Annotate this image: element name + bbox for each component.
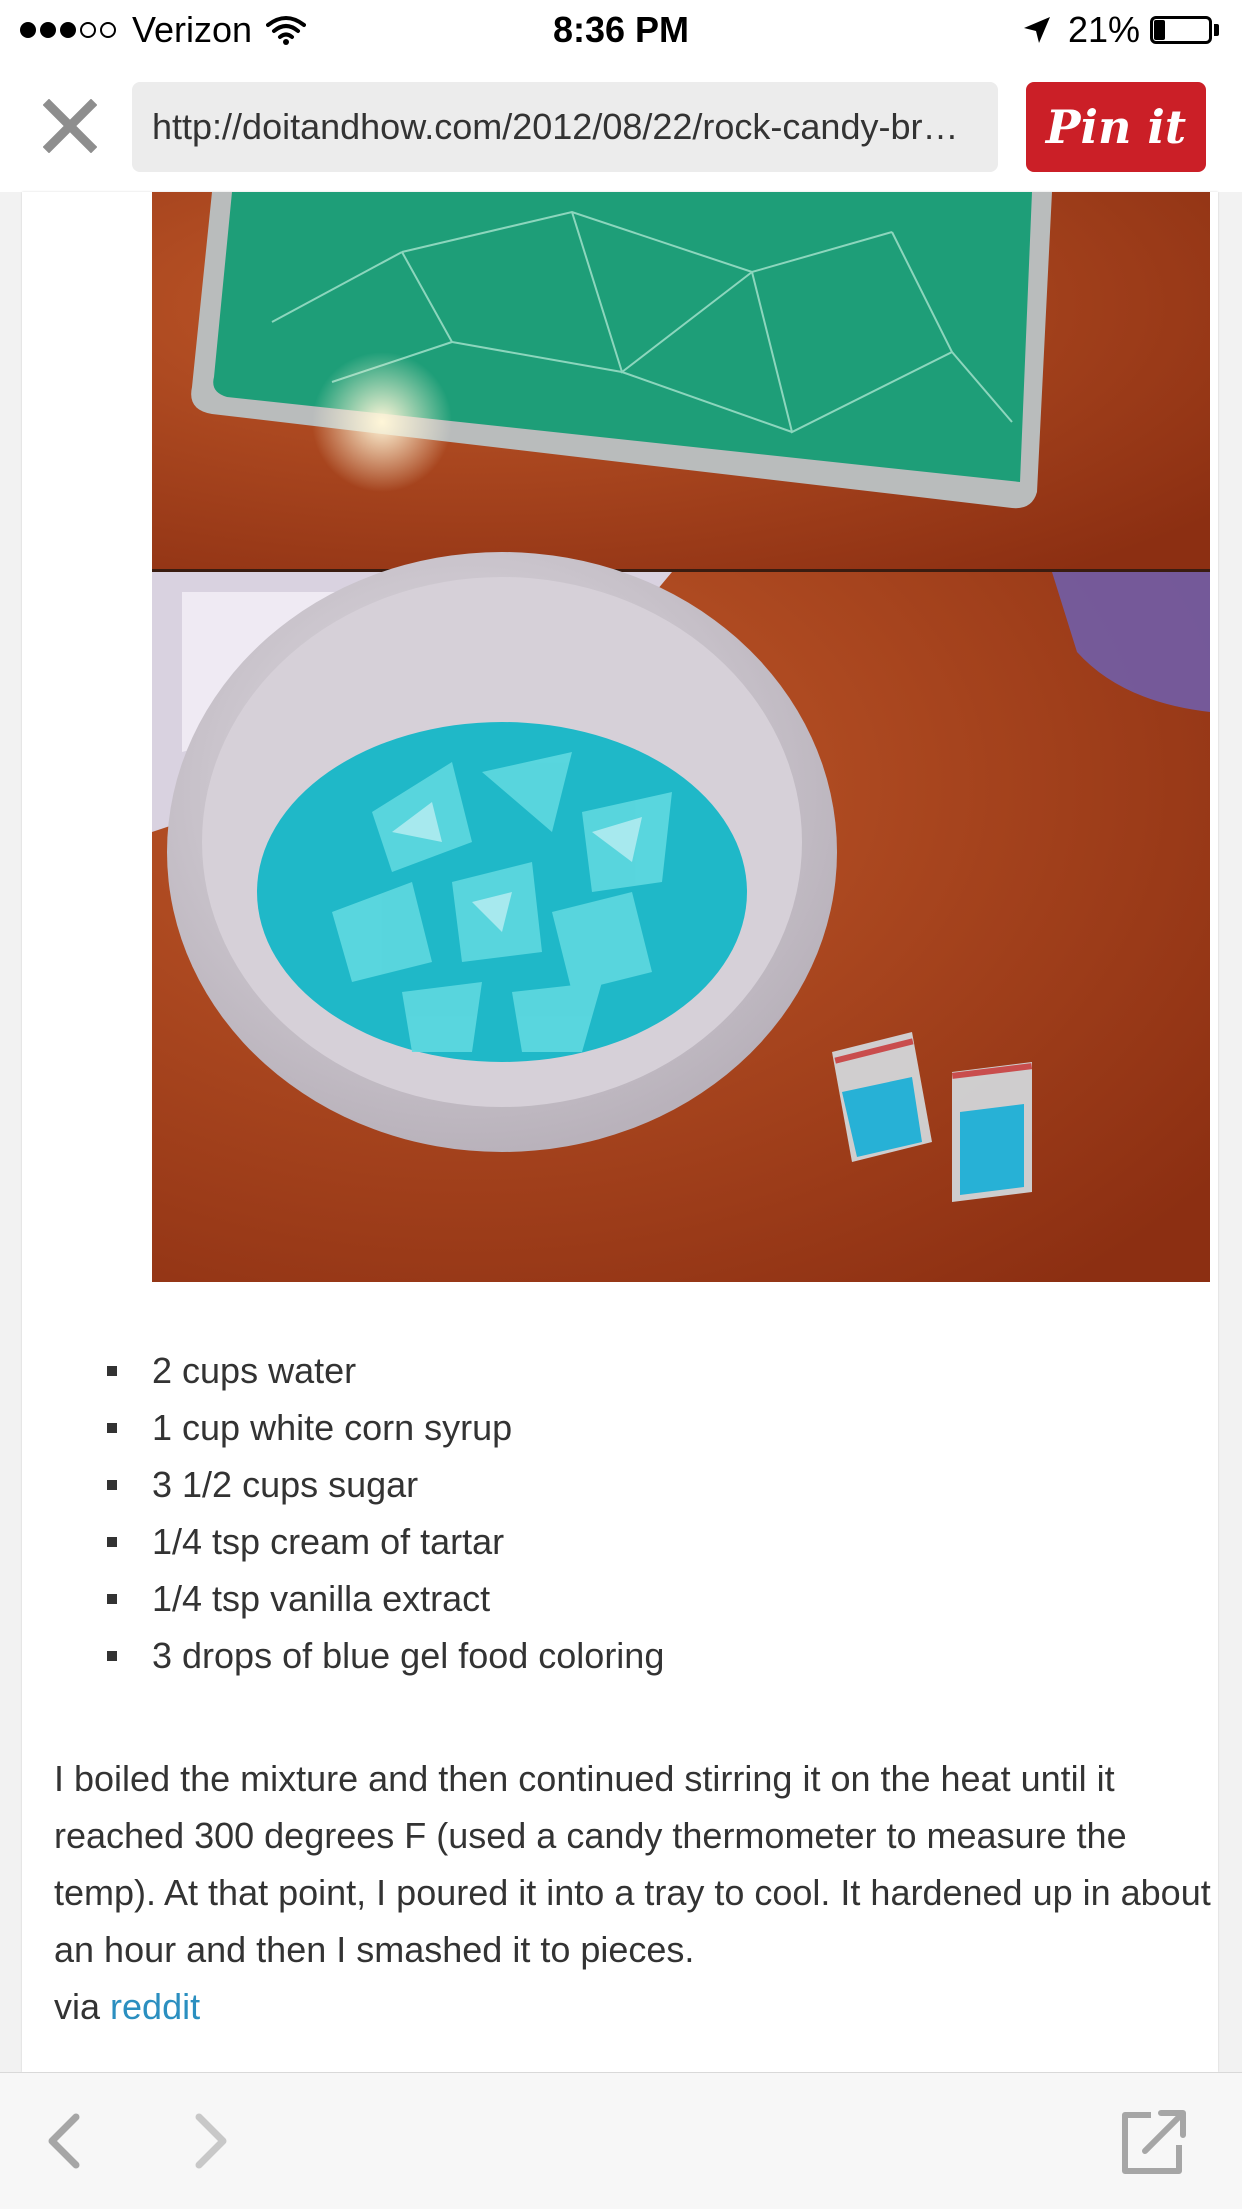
forward-arrow-icon [195,2113,227,2169]
back-button[interactable] [30,2103,100,2179]
via-label: via [54,1986,111,2027]
recipe-description: I boiled the mixture and then continued … [54,1750,1214,2035]
list-item: 3 drops of blue gel food coloring [107,1627,664,1684]
back-arrow-icon [48,2113,80,2169]
battery-percent: 21% [1067,9,1140,50]
via-reddit-link[interactable]: reddit [110,1986,200,2027]
list-item: 1 cup white corn syrup [107,1399,664,1456]
list-item: 2 cups water [107,1342,664,1399]
close-button[interactable] [30,88,110,164]
ingredient-list: 2 cups water 1 cup white corn syrup 3 1/… [107,1342,664,1684]
forward-button[interactable] [175,2103,245,2179]
location-arrow-icon [1023,17,1050,43]
open-external-button[interactable] [1115,2103,1195,2179]
content-card: 2 cups water 1 cup white corn syrup 3 1/… [22,192,1218,2072]
list-item: 1/4 tsp vanilla extract [107,1570,664,1627]
list-item: 3 1/2 cups sugar [107,1456,664,1513]
bottom-toolbar [0,2072,1242,2209]
pin-it-button[interactable]: Pin it [1026,82,1206,172]
recipe-image [152,192,1210,1282]
status-bar: Verizon 8:36 PM 21% [0,0,1242,60]
battery-level [1154,20,1165,40]
description-text: I boiled the mixture and then continued … [54,1758,1211,1970]
share-external-icon [1122,2110,1186,2174]
url-field[interactable]: http://doitandhow.com/2012/08/22/rock-ca… [132,82,998,172]
battery-icon [1150,14,1222,46]
close-icon [43,99,97,153]
list-item: 1/4 tsp cream of tartar [107,1513,664,1570]
top-bar: http://doitandhow.com/2012/08/22/rock-ca… [0,60,1242,192]
status-right: 21% [1022,10,1222,50]
